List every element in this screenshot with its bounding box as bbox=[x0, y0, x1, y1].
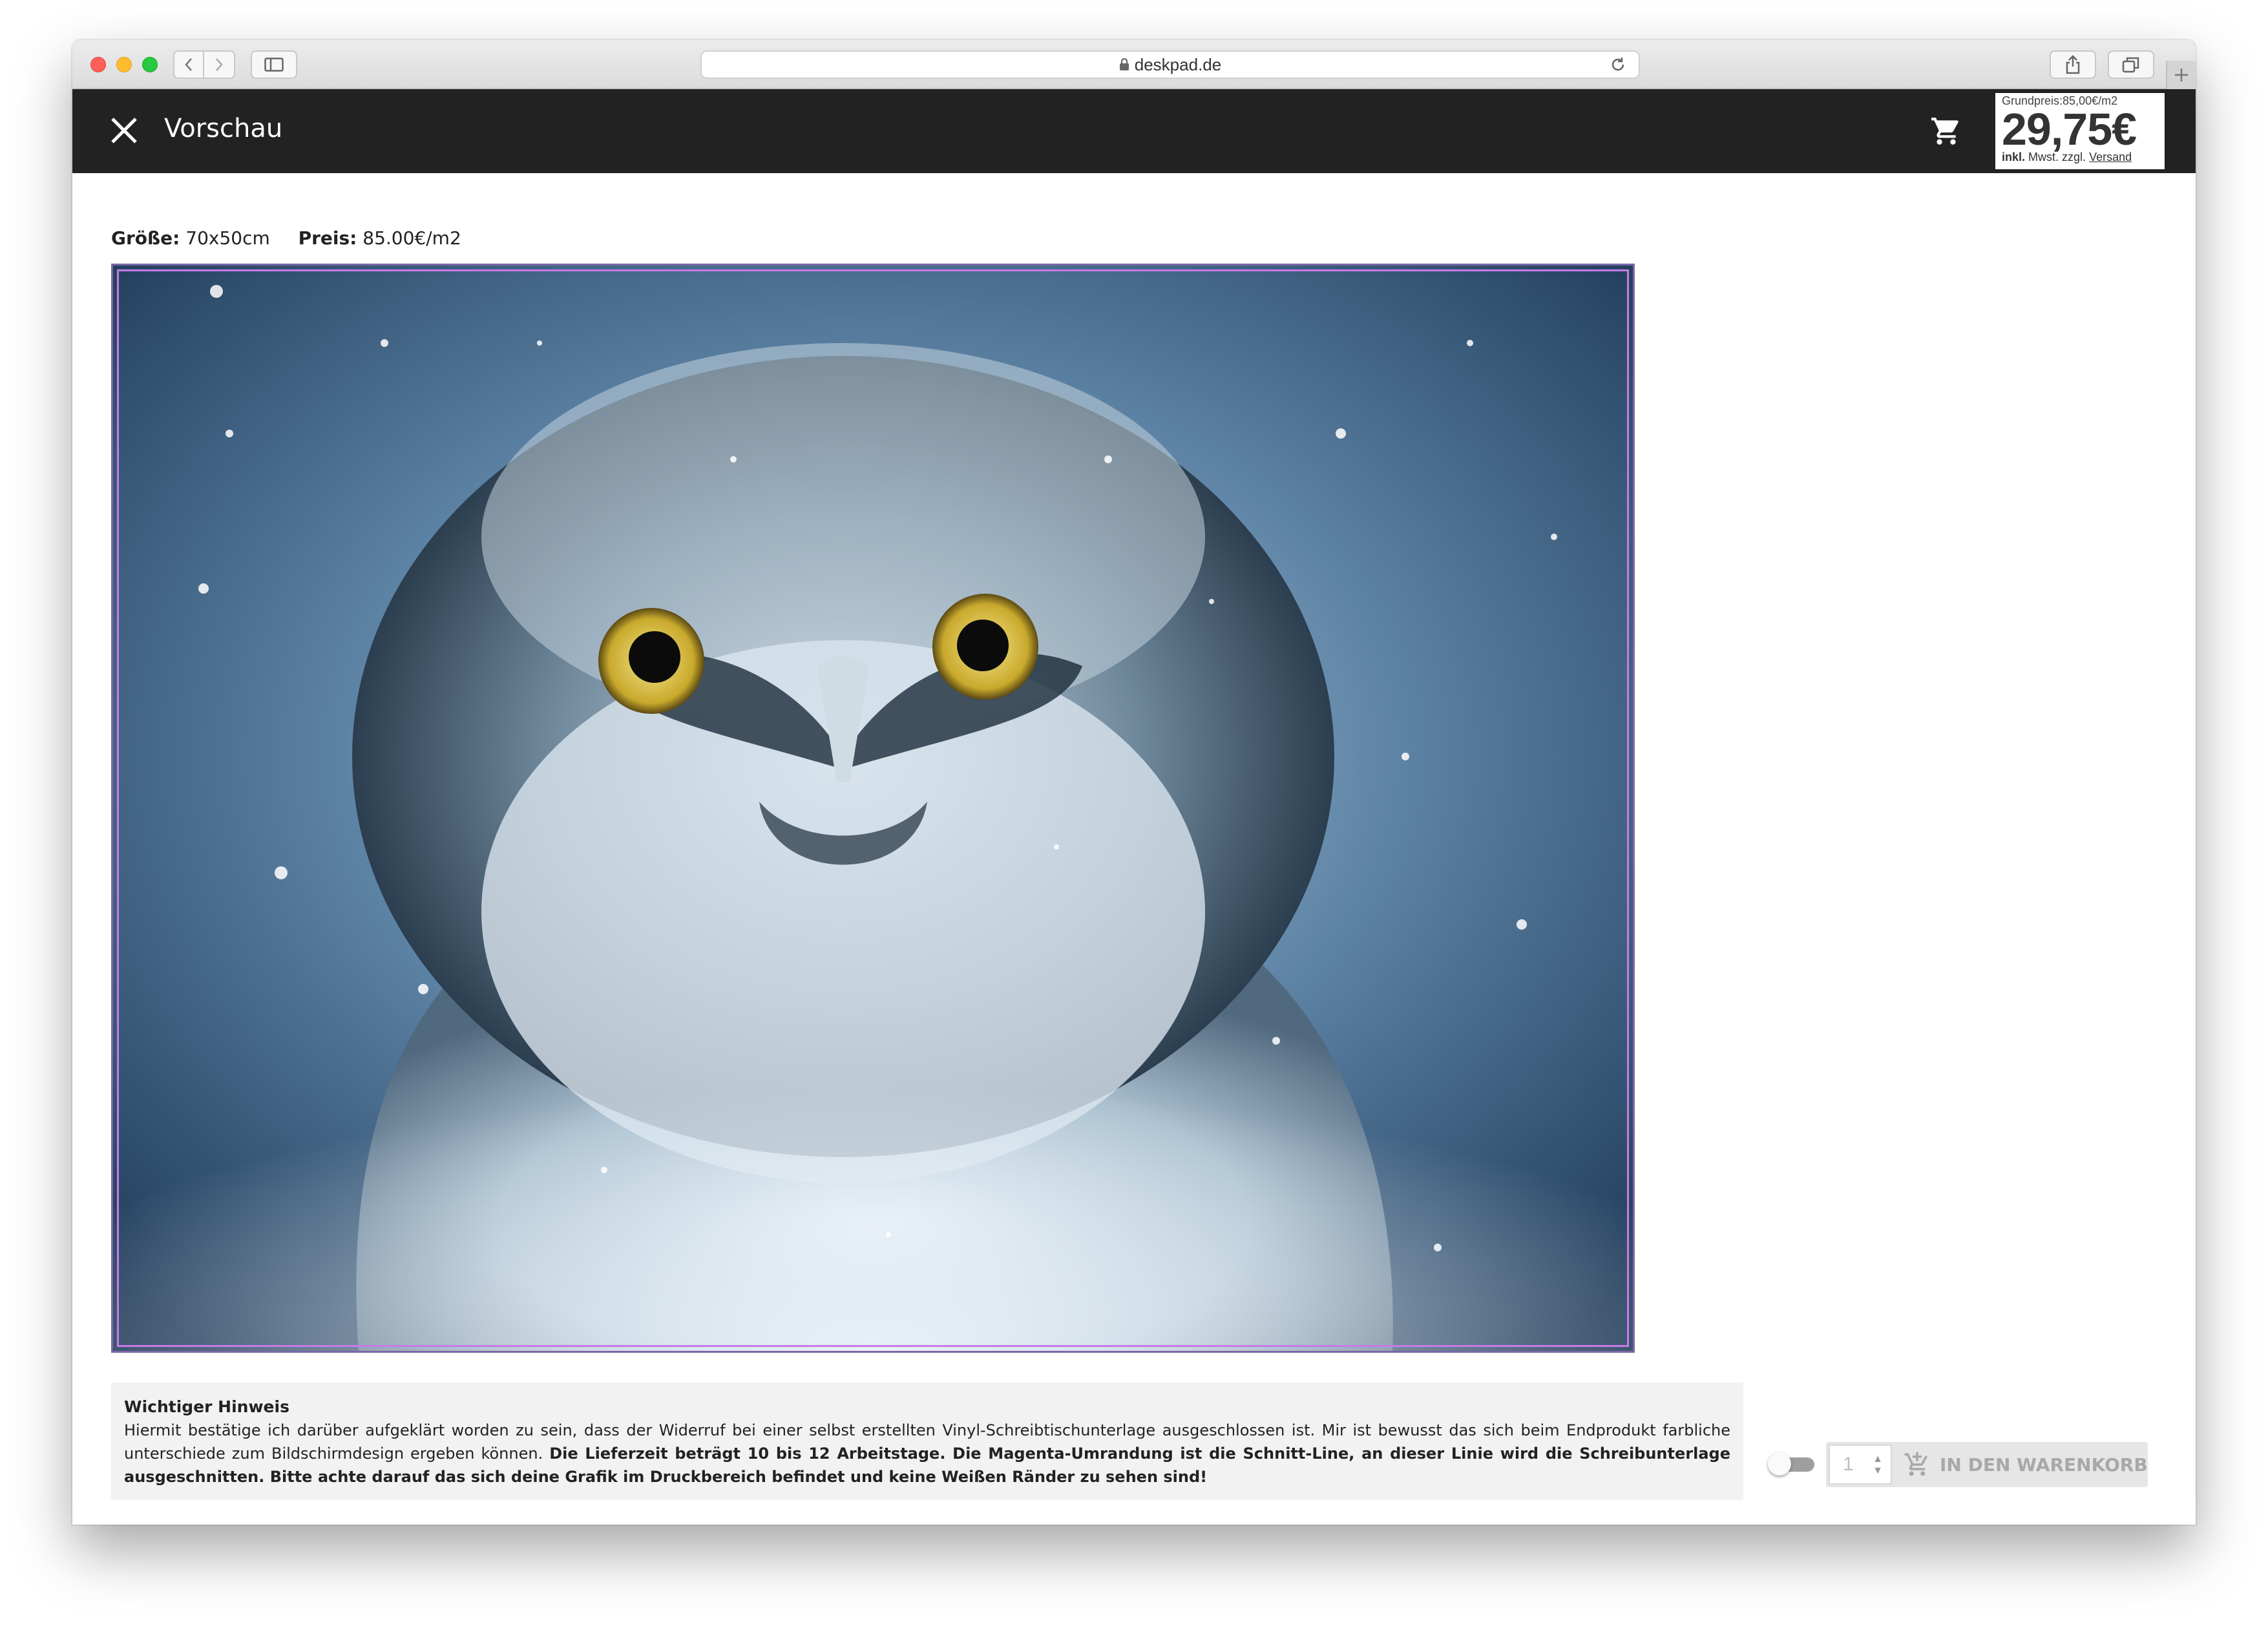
chevron-left-icon bbox=[185, 58, 192, 71]
size-value: 70x50cm bbox=[185, 227, 270, 249]
toggle-knob bbox=[1768, 1452, 1791, 1476]
share-icon bbox=[2066, 55, 2080, 74]
add-to-cart-group: 1 ▲ ▼ IN DEN WARENKORB bbox=[1826, 1442, 2148, 1487]
browser-titlebar: deskpad.de bbox=[72, 40, 2196, 89]
vat-label: Mwst. zzgl. bbox=[2028, 151, 2086, 163]
quantity-value: 1 bbox=[1843, 1454, 1854, 1475]
forward-button[interactable] bbox=[204, 50, 235, 79]
add-to-cart-label: IN DEN WARENKORB bbox=[1940, 1454, 2148, 1476]
page-title: Vorschau bbox=[164, 114, 283, 143]
back-button[interactable] bbox=[173, 50, 204, 79]
share-button[interactable] bbox=[2050, 50, 2096, 79]
chevron-right-icon bbox=[216, 58, 223, 71]
owl-image bbox=[113, 266, 1633, 1351]
quantity-stepper[interactable]: 1 ▲ ▼ bbox=[1829, 1445, 1892, 1485]
sidebar-toggle-button[interactable] bbox=[251, 50, 297, 79]
new-tab-button[interactable] bbox=[2166, 61, 2196, 89]
design-preview bbox=[111, 264, 1635, 1353]
stepper-arrows-icon[interactable]: ▲ ▼ bbox=[1873, 1454, 1883, 1477]
close-window-button[interactable] bbox=[90, 57, 106, 72]
total-price: 29,75€ bbox=[2002, 104, 2137, 154]
minimize-window-button[interactable] bbox=[116, 57, 132, 72]
product-info: Größe: 70x50cm Preis: 85.00€/m2 bbox=[111, 227, 461, 249]
tab-overview-button[interactable] bbox=[2108, 50, 2154, 79]
lock-icon bbox=[1119, 58, 1129, 70]
confirm-toggle[interactable] bbox=[1768, 1452, 1816, 1476]
plus-icon bbox=[2175, 68, 2188, 81]
reload-icon[interactable] bbox=[1609, 56, 1627, 74]
sidebar-icon bbox=[264, 57, 284, 72]
close-icon[interactable] bbox=[110, 116, 138, 145]
add-cart-icon bbox=[1904, 1452, 1928, 1476]
zoom-window-button[interactable] bbox=[142, 57, 158, 72]
incl-label: inkl. bbox=[2002, 151, 2026, 163]
notice-body: Hiermit bestätige ich darüber aufgeklärt… bbox=[124, 1419, 1730, 1488]
address-bar[interactable]: deskpad.de bbox=[700, 50, 1640, 79]
add-to-cart-button[interactable]: IN DEN WARENKORB bbox=[1904, 1448, 2148, 1481]
important-notice: Wichtiger Hinweis Hiermit bestätige ich … bbox=[111, 1383, 1743, 1500]
price-label: Preis: bbox=[298, 227, 357, 249]
url-text: deskpad.de bbox=[1134, 54, 1222, 74]
price-box: Grundpreis:85,00€/m2 29,75€ inkl. Mwst. … bbox=[1995, 93, 2165, 169]
notice-title: Wichtiger Hinweis bbox=[124, 1397, 289, 1416]
browser-window: deskpad.de Vorschau Grundpreis:85,00€/m2… bbox=[72, 40, 2196, 1525]
cart-icon[interactable] bbox=[1929, 115, 1963, 147]
app-bar: Vorschau Grundpreis:85,00€/m2 29,75€ ink… bbox=[72, 89, 2196, 173]
tabs-icon bbox=[2122, 57, 2139, 73]
shipping-link[interactable]: Versand bbox=[2089, 151, 2132, 163]
size-label: Größe: bbox=[111, 227, 180, 249]
price-value: 85.00€/m2 bbox=[362, 227, 461, 249]
